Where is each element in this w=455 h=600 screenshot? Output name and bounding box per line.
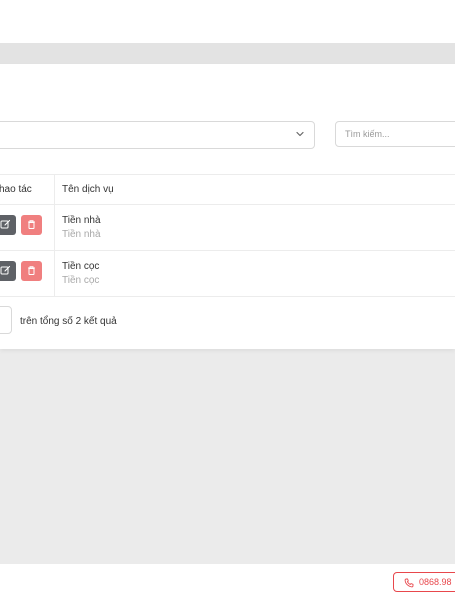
column-divider <box>54 175 55 204</box>
top-bar <box>0 0 455 43</box>
trash-icon <box>28 266 35 275</box>
services-card: hao tác Tên dịch vụ Tiền nhà Tiền nhà <box>0 64 455 349</box>
table-row: Tiền nhà Tiền nhà <box>0 204 455 250</box>
table-header-row: hao tác Tên dịch vụ <box>0 174 455 204</box>
edit-icon <box>0 219 11 229</box>
page-header-strip <box>0 43 455 64</box>
service-subtitle: Tiền cọc <box>62 275 100 286</box>
trash-icon <box>28 220 35 229</box>
services-table: hao tác Tên dịch vụ Tiền nhà Tiền nhà Ti… <box>0 174 455 297</box>
service-filter-select[interactable] <box>0 121 315 149</box>
edit-icon <box>0 265 11 275</box>
table-row: Tiền cọc Tiền cọc <box>0 250 455 297</box>
search-input[interactable] <box>335 121 455 147</box>
pagination-total-text: trên tổng số 2 kết quả <box>20 316 117 327</box>
phone-number: 0868.98 <box>419 577 452 587</box>
service-name-column-header: Tên dịch vụ <box>62 184 114 195</box>
edit-button[interactable] <box>0 215 16 235</box>
service-name: Tiền nhà <box>62 215 101 226</box>
delete-button[interactable] <box>21 261 42 281</box>
delete-button[interactable] <box>21 215 42 235</box>
column-divider <box>54 205 55 250</box>
chevron-down-icon <box>296 131 304 137</box>
footer-bar: 0868.98 <box>0 564 455 600</box>
service-name: Tiền cọc <box>62 261 100 272</box>
phone-icon <box>404 578 414 588</box>
column-divider <box>54 251 55 296</box>
actions-column-header: hao tác <box>0 184 32 195</box>
service-subtitle: Tiền nhà <box>62 229 101 240</box>
page-size-select[interactable] <box>0 306 12 334</box>
edit-button[interactable] <box>0 261 16 281</box>
phone-contact-button[interactable]: 0868.98 <box>393 572 455 592</box>
